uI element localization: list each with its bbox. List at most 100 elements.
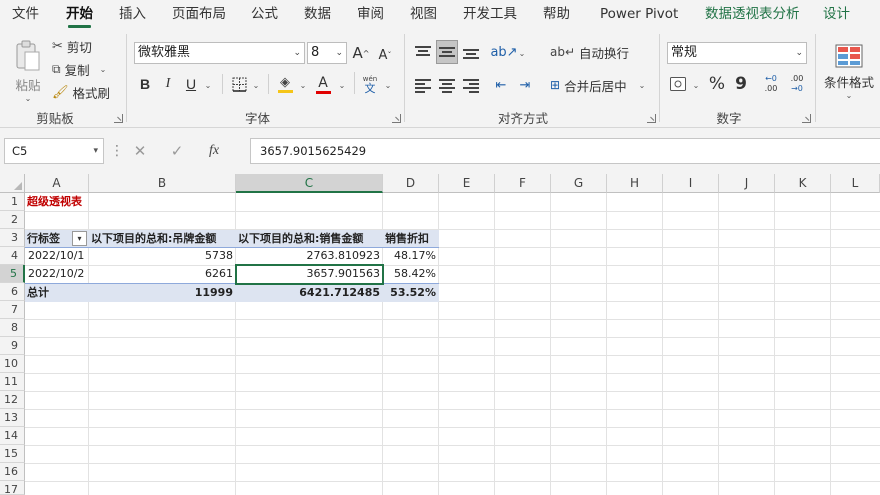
bold-button[interactable]: B xyxy=(137,73,153,95)
table-cell[interactable]: 2022/10/2 xyxy=(25,265,88,283)
align-right-button[interactable] xyxy=(461,74,481,96)
decrease-indent-button[interactable]: ⇤ xyxy=(492,74,510,96)
wrap-text-button[interactable]: ab↵ 自动换行 xyxy=(550,41,629,63)
shrink-font-button[interactable]: Aˇ xyxy=(376,44,394,66)
column-header-k[interactable]: K xyxy=(775,174,831,193)
name-box[interactable]: C5 ▾ xyxy=(4,138,104,164)
number-launcher-icon[interactable] xyxy=(802,114,811,123)
font-color-dropdown-icon[interactable]: ⌄ xyxy=(336,75,346,95)
total-label-cell[interactable]: 总计 xyxy=(25,284,88,302)
tab-file[interactable]: 文件 xyxy=(12,4,39,26)
row-header-10[interactable]: 10 xyxy=(0,355,25,373)
font-name-select[interactable]: 微软雅黑 ⌄ xyxy=(134,42,305,64)
decrease-decimal-button[interactable]: .00 →0 xyxy=(786,71,808,97)
tab-pivot-analyze[interactable]: 数据透视表分析 xyxy=(705,4,800,26)
tab-data[interactable]: 数据 xyxy=(304,4,331,26)
row-header-16[interactable]: 16 xyxy=(0,463,25,481)
confirm-edit-button[interactable]: ✓ xyxy=(160,142,194,160)
column-header-e[interactable]: E xyxy=(439,174,495,193)
fill-color-dropdown-icon[interactable]: ⌄ xyxy=(297,75,307,95)
row-header-9[interactable]: 9 xyxy=(0,337,25,355)
column-header-b[interactable]: B xyxy=(89,174,236,193)
align-left-button[interactable] xyxy=(413,74,433,96)
chevron-down-icon[interactable]: ▾ xyxy=(93,139,98,163)
worksheet-grid[interactable]: A B C D E F G H I J K L 1 2 3 4 5 6 7 8 … xyxy=(0,174,880,495)
total-cell[interactable]: 6421.712485 xyxy=(236,284,382,302)
row-header-8[interactable]: 8 xyxy=(0,319,25,337)
number-format-select[interactable]: 常规 ⌄ xyxy=(667,42,807,64)
align-middle-button[interactable] xyxy=(436,40,458,64)
row-header-7[interactable]: 7 xyxy=(0,301,25,319)
italic-button[interactable]: I xyxy=(160,73,176,95)
format-painter-button[interactable]: 🖌 格式刷 xyxy=(52,82,110,102)
total-cell[interactable]: 11999 xyxy=(89,284,235,302)
merge-center-button[interactable]: ⊞ 合并后居中 ⌄ xyxy=(550,74,645,96)
paste-dropdown-icon[interactable]: ⌄ xyxy=(25,94,32,103)
filter-dropdown-icon[interactable]: ▾ xyxy=(72,231,87,246)
row-header-6[interactable]: 6 xyxy=(0,283,25,301)
tab-help[interactable]: 帮助 xyxy=(543,4,570,26)
phonetic-guide-button[interactable]: wén 文 xyxy=(360,71,380,97)
font-size-select[interactable]: 8 ⌄ xyxy=(307,42,347,64)
phonetic-dropdown-icon[interactable]: ⌄ xyxy=(382,75,392,95)
drag-handle-icon[interactable]: ⋮ xyxy=(110,143,124,159)
tab-home[interactable]: 开始 xyxy=(66,4,93,28)
column-header-a[interactable]: A xyxy=(25,174,89,193)
grow-font-button[interactable]: A ^ xyxy=(352,42,370,64)
cancel-edit-button[interactable]: ✕ xyxy=(120,142,160,160)
alignment-launcher-icon[interactable] xyxy=(647,114,656,123)
increase-indent-button[interactable]: ⇥ xyxy=(516,74,534,96)
fill-color-button[interactable]: ◈ xyxy=(276,72,294,96)
comma-style-button[interactable]: 9 xyxy=(732,73,750,95)
column-header-c[interactable]: C xyxy=(236,174,383,193)
select-all-corner[interactable] xyxy=(0,174,25,193)
copy-dropdown-icon[interactable]: ⌄ xyxy=(100,65,107,74)
copy-button[interactable]: ⧉ 复制 ⌄ xyxy=(52,59,106,79)
row-header-5[interactable]: 5 xyxy=(0,265,25,283)
column-header-h[interactable]: H xyxy=(607,174,663,193)
sheet-title-cell[interactable]: 超级透视表 xyxy=(25,193,145,211)
table-cell[interactable]: 6261 xyxy=(89,265,235,283)
align-bottom-button[interactable] xyxy=(461,41,481,63)
row-header-14[interactable]: 14 xyxy=(0,427,25,445)
tab-insert[interactable]: 插入 xyxy=(119,4,146,26)
header-cell-discount[interactable]: 销售折扣 xyxy=(383,230,439,248)
row-header-3[interactable]: 3 xyxy=(0,229,25,247)
increase-decimal-button[interactable]: ←0 .00 xyxy=(760,71,782,97)
merge-dropdown-icon[interactable]: ⌄ xyxy=(639,81,646,90)
table-cell[interactable]: 2763.810923 xyxy=(236,247,382,265)
accounting-dropdown-icon[interactable]: ⌄ xyxy=(690,75,700,95)
align-top-button[interactable] xyxy=(413,41,433,63)
table-cell[interactable]: 5738 xyxy=(89,247,235,265)
underline-button[interactable]: U xyxy=(183,73,199,95)
clipboard-launcher-icon[interactable] xyxy=(114,114,123,123)
tab-formulas[interactable]: 公式 xyxy=(251,4,278,26)
total-cell[interactable]: 53.52% xyxy=(383,284,438,302)
row-header-2[interactable]: 2 xyxy=(0,211,25,229)
font-launcher-icon[interactable] xyxy=(392,114,401,123)
table-cell[interactable]: 58.42% xyxy=(383,265,438,283)
column-header-j[interactable]: J xyxy=(719,174,775,193)
row-header-13[interactable]: 13 xyxy=(0,409,25,427)
orientation-button[interactable]: ab↗ xyxy=(490,41,517,63)
paste-button[interactable]: 粘贴 ⌄ xyxy=(8,36,48,106)
row-header-1[interactable]: 1 xyxy=(0,193,25,211)
accounting-format-button[interactable] xyxy=(668,73,688,95)
table-cell[interactable]: 2022/10/1 xyxy=(25,247,88,265)
column-header-f[interactable]: F xyxy=(495,174,551,193)
tab-developer[interactable]: 开发工具 xyxy=(463,4,517,26)
row-header-4[interactable]: 4 xyxy=(0,247,25,265)
row-header-12[interactable]: 12 xyxy=(0,391,25,409)
font-color-button[interactable]: A xyxy=(314,72,332,96)
tab-review[interactable]: 审阅 xyxy=(357,4,384,26)
header-cell-sales-amount[interactable]: 以下项目的总和:销售金额 xyxy=(236,230,382,248)
borders-button[interactable] xyxy=(230,73,248,95)
tab-design[interactable]: 设计 xyxy=(823,4,850,26)
conditional-format-button[interactable]: 条件格式 ⌄ xyxy=(818,36,880,108)
header-cell-tag-amount[interactable]: 以下项目的总和:吊牌金额 xyxy=(89,230,235,248)
formula-input[interactable]: 3657.9015625429 xyxy=(250,138,880,164)
column-header-d[interactable]: D xyxy=(383,174,439,193)
row-header-17[interactable]: 17 xyxy=(0,481,25,495)
row-header-11[interactable]: 11 xyxy=(0,373,25,391)
column-header-l[interactable]: L xyxy=(831,174,880,193)
